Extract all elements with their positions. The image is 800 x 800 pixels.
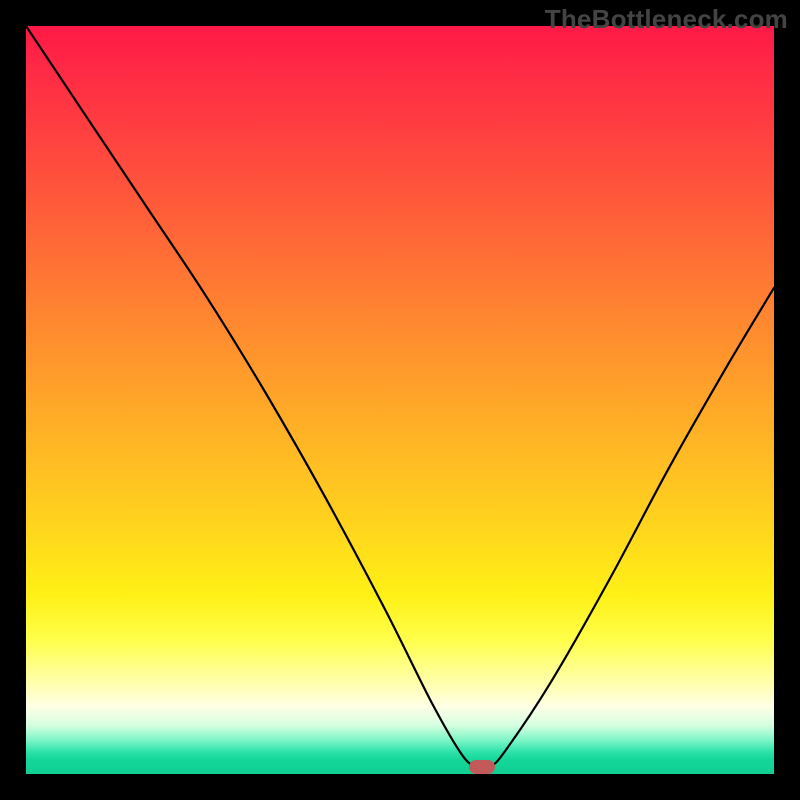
bottleneck-curve: [26, 26, 774, 774]
watermark-text: TheBottleneck.com: [545, 4, 788, 35]
plot-area: [26, 26, 774, 774]
optimal-marker: [469, 760, 495, 774]
bottleneck-curve-path: [26, 26, 774, 768]
chart-frame: TheBottleneck.com: [0, 0, 800, 800]
